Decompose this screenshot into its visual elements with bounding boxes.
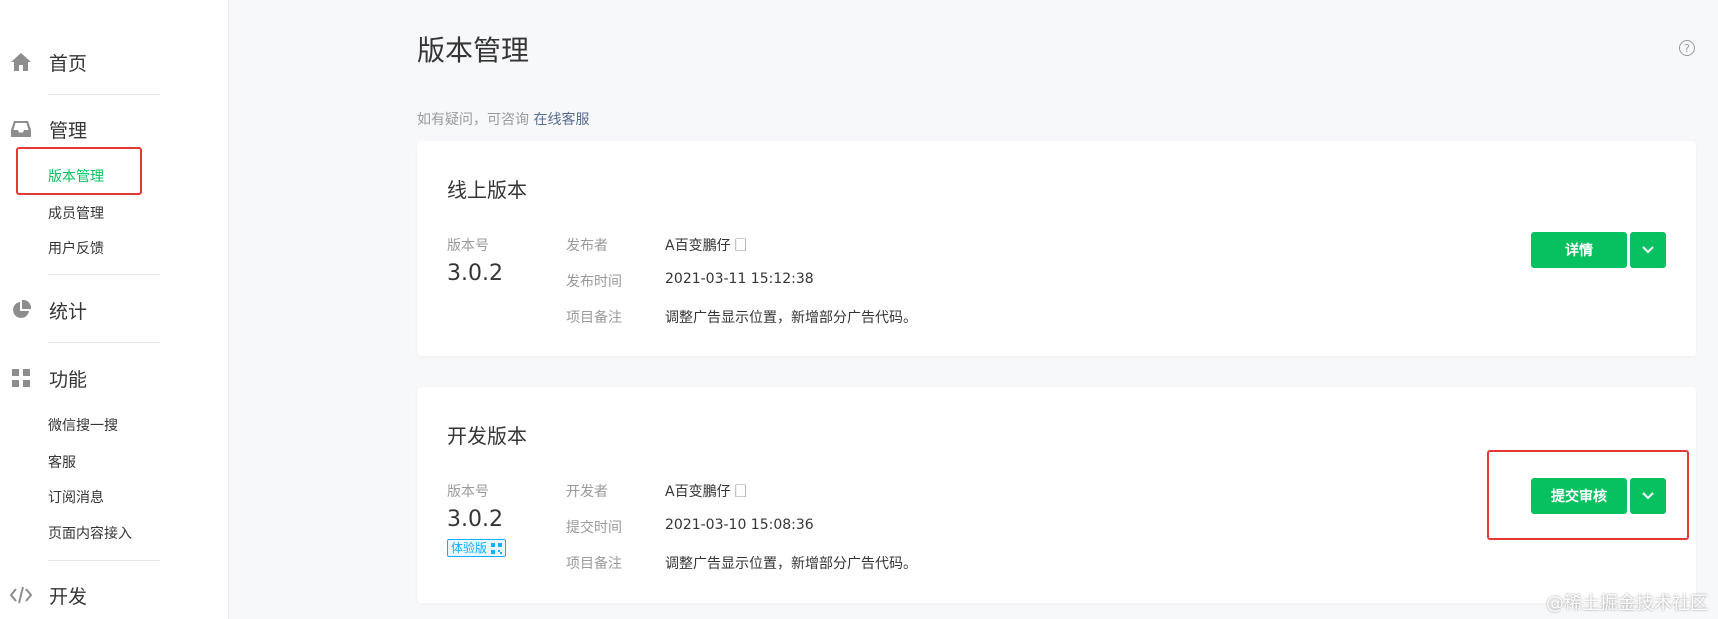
inbox-icon <box>10 118 32 140</box>
sidebar-item-label: 首页 <box>49 52 88 75</box>
note-value: 调整广告显示位置，新增部分广告代码。 <box>665 310 917 326</box>
sidebar-item-label: 统计 <box>49 300 88 323</box>
sidebar-item-user-feedback[interactable]: 用户反馈 <box>48 239 104 259</box>
card-title: 线上版本 <box>447 178 527 202</box>
hint-text: 如有疑问，可咨询 <box>417 112 529 128</box>
help-icon[interactable]: ? <box>1679 40 1695 56</box>
grid-icon <box>10 367 32 389</box>
watermark: @稀土掘金技术社区 <box>1546 593 1708 614</box>
page-title: 版本管理 <box>417 34 530 67</box>
code-icon <box>10 584 32 606</box>
sidebar-item-dev[interactable]: 开发 <box>10 580 87 610</box>
sidebar-item-version-management[interactable]: 版本管理 <box>48 167 104 187</box>
version-number: 3.0.2 <box>447 261 503 286</box>
pie-chart-icon <box>10 299 32 321</box>
publish-time-key: 发布时间 <box>566 274 622 290</box>
online-service-link[interactable]: 在线客服 <box>533 112 589 128</box>
sidebar-item-stats[interactable]: 统计 <box>10 295 87 325</box>
online-version-card: 线上版本 版本号 3.0.2 发布者 A百变鵬仔 🗌 发布时间 2021-03-… <box>417 141 1696 356</box>
publish-time-value: 2021-03-11 15:12:38 <box>665 271 814 287</box>
version-label: 版本号 <box>447 238 489 254</box>
sidebar-item-label: 开发 <box>49 585 88 608</box>
sidebar-item-label: 功能 <box>49 368 88 391</box>
publisher-key: 发布者 <box>566 238 608 254</box>
dev-more-dropdown[interactable] <box>1630 478 1666 514</box>
qr-code-icon <box>491 542 503 554</box>
note-key: 项目备注 <box>566 556 622 572</box>
sidebar-item-home[interactable]: 首页 <box>10 47 87 77</box>
developer-key: 开发者 <box>566 484 608 500</box>
chevron-down-icon <box>1642 492 1654 500</box>
submit-time-value: 2021-03-10 15:08:36 <box>665 517 814 533</box>
note-value: 调整广告显示位置，新增部分广告代码。 <box>665 556 917 572</box>
chevron-down-icon <box>1642 246 1654 254</box>
home-icon <box>10 51 32 73</box>
sidebar-item-manage[interactable]: 管理 <box>10 114 87 144</box>
trial-version-badge[interactable]: 体验版 <box>447 539 507 557</box>
hint: 如有疑问，可咨询 在线客服 <box>417 109 589 129</box>
dev-version-card: 开发版本 版本号 3.0.2 体验版 开发者 A百变鵬仔 🗌 提交时间 2021… <box>417 387 1696 603</box>
online-more-dropdown[interactable] <box>1630 232 1666 268</box>
version-label: 版本号 <box>447 484 489 500</box>
sidebar-item-features[interactable]: 功能 <box>10 363 87 393</box>
publisher-value: A百变鵬仔 🗌 <box>665 238 747 254</box>
divider <box>48 94 160 95</box>
developer-value: A百变鵬仔 🗌 <box>665 484 747 500</box>
divider <box>48 274 160 275</box>
submit-time-key: 提交时间 <box>566 520 622 536</box>
version-number: 3.0.2 <box>447 507 503 532</box>
submit-review-button[interactable]: 提交审核 <box>1531 478 1627 514</box>
sidebar-item-member-management[interactable]: 成员管理 <box>48 204 104 224</box>
sidebar-item-customer-service[interactable]: 客服 <box>48 453 76 473</box>
detail-button[interactable]: 详情 <box>1531 232 1627 268</box>
card-title: 开发版本 <box>447 424 527 448</box>
note-key: 项目备注 <box>566 310 622 326</box>
sidebar-item-subscription-messages[interactable]: 订阅消息 <box>48 488 104 508</box>
sidebar-item-wechat-search[interactable]: 微信搜一搜 <box>48 416 118 436</box>
badge-label: 体验版 <box>451 541 488 555</box>
sidebar: 首页 管理 版本管理 成员管理 用户反馈 统计 功能 微信搜一搜 客服 订阅消息… <box>0 0 229 619</box>
sidebar-item-label: 管理 <box>49 119 88 142</box>
divider <box>48 560 160 561</box>
divider <box>48 342 160 343</box>
sidebar-item-page-content[interactable]: 页面内容接入 <box>48 524 132 544</box>
